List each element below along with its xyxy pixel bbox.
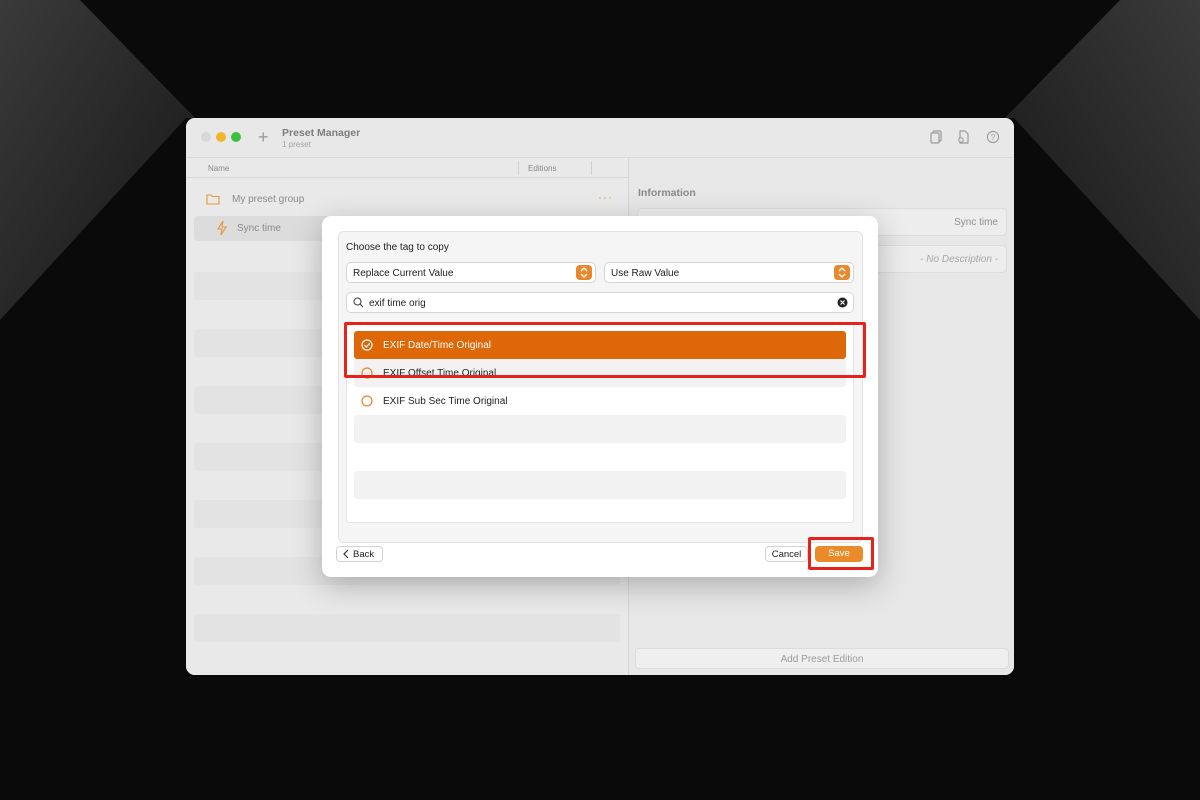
radio-circle-icon bbox=[361, 395, 373, 407]
empty-list-row bbox=[194, 614, 620, 642]
preset-label: Sync time bbox=[237, 223, 281, 234]
copy-mode-select[interactable]: Replace Current Value bbox=[346, 262, 596, 283]
preset-group-label: My preset group bbox=[232, 194, 305, 205]
close-window-button[interactable] bbox=[201, 132, 211, 142]
list-item[interactable]: EXIF Sub Sec Time Original bbox=[354, 387, 846, 415]
clear-search-icon[interactable] bbox=[837, 297, 848, 308]
svg-text:?: ? bbox=[991, 133, 996, 142]
column-editions[interactable]: Editions bbox=[528, 164, 556, 173]
more-options-icon[interactable]: ··· bbox=[598, 190, 613, 204]
list-column-header: Name Editions bbox=[186, 158, 628, 178]
column-divider bbox=[518, 161, 519, 175]
search-icon bbox=[353, 297, 364, 308]
empty-list-row bbox=[354, 471, 846, 499]
chevron-left-icon bbox=[343, 549, 349, 559]
value-format-select[interactable]: Use Raw Value bbox=[604, 262, 854, 283]
choose-tag-dialog: Choose the tag to copy Replace Current V… bbox=[322, 216, 878, 577]
dialog-prompt: Choose the tag to copy bbox=[346, 242, 449, 253]
value-format-value: Use Raw Value bbox=[611, 268, 680, 279]
information-title: Information bbox=[638, 187, 696, 199]
help-icon[interactable]: ? bbox=[986, 130, 1000, 144]
chevron-up-down-icon bbox=[576, 265, 592, 280]
export-icon[interactable] bbox=[957, 130, 971, 144]
search-query: exif time orig bbox=[369, 298, 426, 309]
chevron-up-down-icon bbox=[834, 265, 850, 280]
minimize-window-button[interactable] bbox=[216, 132, 226, 142]
copy-mode-value: Replace Current Value bbox=[353, 268, 454, 279]
window-subtitle: 1 preset bbox=[282, 140, 311, 149]
folder-icon bbox=[206, 194, 220, 205]
titlebar: + Preset Manager 1 preset ? bbox=[186, 118, 1014, 158]
tag-search-input[interactable]: exif time orig bbox=[346, 292, 854, 313]
column-divider bbox=[591, 161, 592, 175]
cancel-button[interactable]: Cancel bbox=[765, 546, 808, 562]
maximize-window-button[interactable] bbox=[231, 132, 241, 142]
empty-list-row bbox=[354, 415, 846, 443]
back-button[interactable]: Back bbox=[336, 546, 383, 562]
add-preset-edition-button[interactable]: Add Preset Edition bbox=[635, 648, 1009, 669]
column-name[interactable]: Name bbox=[208, 164, 229, 173]
list-item-label: EXIF Sub Sec Time Original bbox=[383, 396, 508, 407]
highlight-save-button bbox=[808, 537, 874, 570]
documents-icon[interactable] bbox=[930, 130, 944, 144]
plus-icon[interactable]: + bbox=[258, 128, 274, 146]
window-title: Preset Manager bbox=[282, 127, 361, 139]
highlight-selected-tag bbox=[344, 322, 866, 378]
back-button-label: Back bbox=[353, 549, 375, 560]
bolt-icon bbox=[217, 220, 227, 236]
preset-group-row[interactable]: My preset group ··· bbox=[194, 188, 620, 212]
